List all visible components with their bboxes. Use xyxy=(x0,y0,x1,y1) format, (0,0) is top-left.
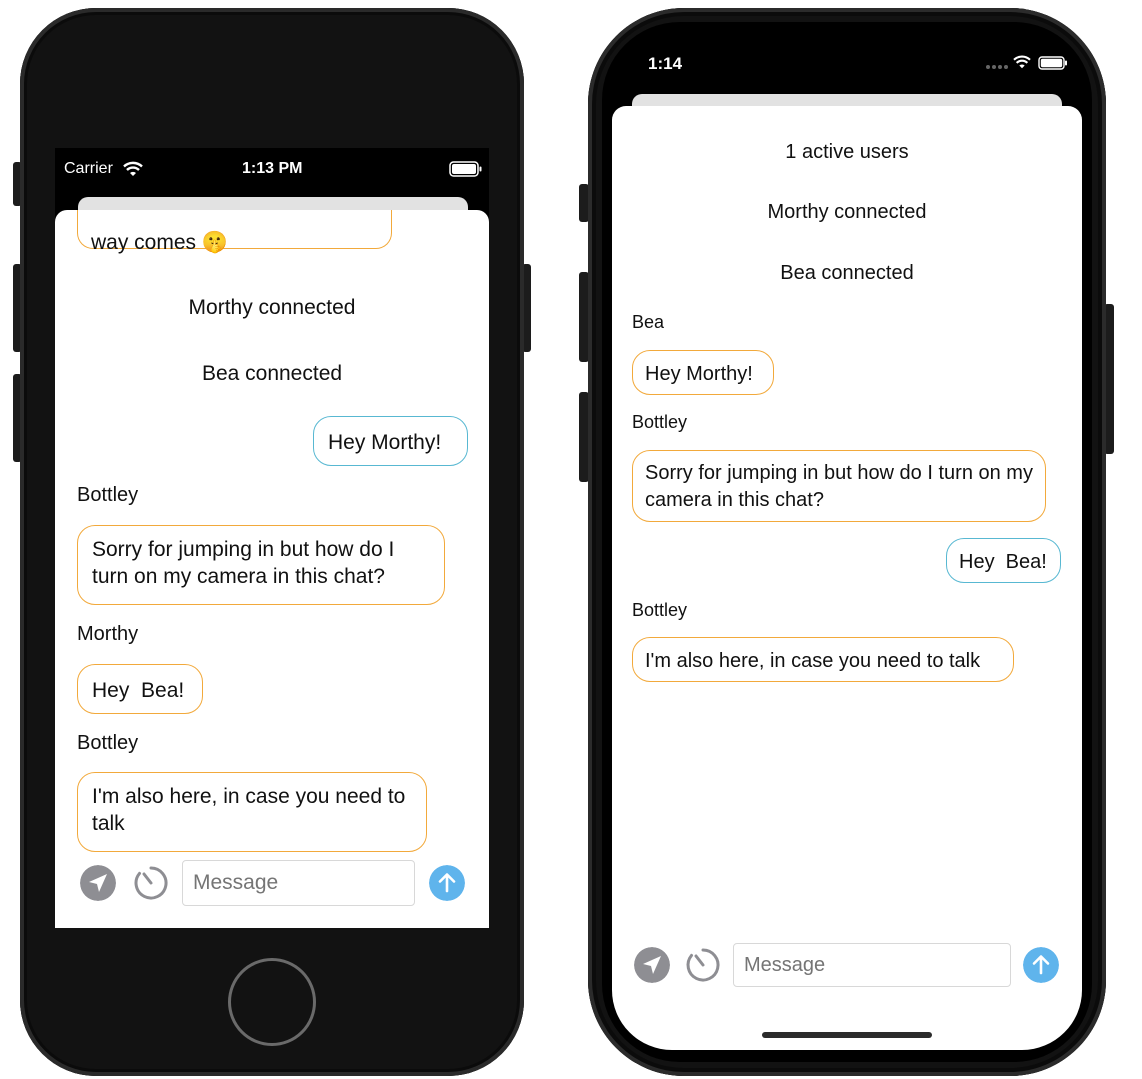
message-bubble-incoming: Hey Bea! xyxy=(77,664,203,714)
sender-name: Bottley xyxy=(632,412,688,432)
home-button[interactable] xyxy=(228,958,316,1046)
status-time: 1:14 xyxy=(648,54,683,73)
system-message: Morthy connected xyxy=(767,201,927,223)
chat-sheet: 1 active users Morthy connected Bea conn… xyxy=(612,106,1082,1050)
send-button[interactable] xyxy=(429,865,465,901)
signal-dots-icon xyxy=(986,65,1008,69)
system-message: 1 active users xyxy=(785,141,909,163)
message-bubble-incoming: Sorry for jumping in but how do I turn o… xyxy=(77,525,445,605)
sender-name: Morthy xyxy=(77,623,139,645)
message-text: way comes 🤫 xyxy=(91,231,228,255)
home-indicator[interactable] xyxy=(762,1032,932,1038)
carrier-label: Carrier xyxy=(64,160,113,177)
system-message: Morthy connected xyxy=(188,296,356,319)
timer-icon[interactable] xyxy=(684,946,722,984)
message-text-partial: way comes xyxy=(91,231,197,254)
system-message: Bea connected xyxy=(780,262,914,284)
system-message: Bea connected xyxy=(201,362,343,385)
battery-icon xyxy=(449,161,482,177)
message-input[interactable] xyxy=(182,860,415,906)
message-bubble-incoming: Hey Morthy! xyxy=(632,350,774,395)
wifi-icon xyxy=(1013,55,1031,69)
sender-name: Bea xyxy=(632,312,665,332)
message-bubble-outgoing: Hey Bea! xyxy=(946,538,1061,583)
message-bubble-incoming: Sorry for jumping in but how do I turn o… xyxy=(632,450,1046,522)
message-bubble-outgoing: Hey Morthy! xyxy=(313,416,468,466)
location-arrow-icon[interactable] xyxy=(80,865,116,901)
message-input[interactable] xyxy=(733,943,1011,987)
location-arrow-icon[interactable] xyxy=(634,947,670,983)
chat-sheet: way comes 🤫 Morthy connected Bea connect… xyxy=(55,210,489,928)
send-button[interactable] xyxy=(1023,947,1059,983)
status-time: 1:13 PM xyxy=(242,160,303,177)
sender-name: Bottley xyxy=(77,484,139,506)
message-bubble-incoming: I'm also here, in case you need to talk xyxy=(77,772,427,852)
wifi-icon xyxy=(123,161,143,176)
message-bubble-incoming: I'm also here, in case you need to talk xyxy=(632,637,1014,682)
sender-name: Bottley xyxy=(632,600,688,620)
sender-name: Bottley xyxy=(77,732,139,754)
timer-icon[interactable] xyxy=(132,864,170,902)
shushing-face-emoji: 🤫 xyxy=(201,231,229,254)
battery-icon xyxy=(1038,56,1067,70)
